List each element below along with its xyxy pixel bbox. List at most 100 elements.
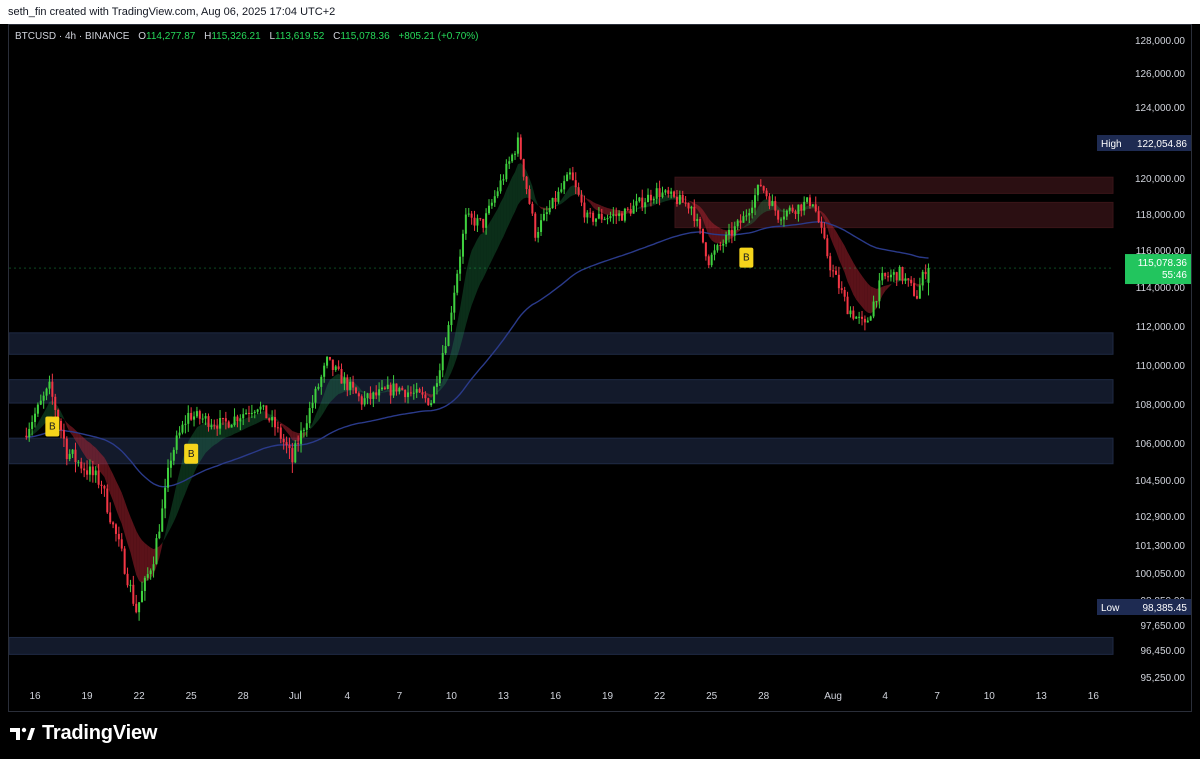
ma-ribbon bbox=[37, 418, 41, 431]
candle-body bbox=[823, 227, 826, 239]
candle-body bbox=[172, 449, 175, 461]
candle-body bbox=[334, 366, 337, 371]
ma-ribbon bbox=[833, 226, 836, 251]
candle-body bbox=[346, 377, 349, 390]
candle-body bbox=[109, 512, 112, 523]
candle-body bbox=[673, 191, 676, 197]
ma-ribbon bbox=[844, 245, 848, 282]
candle-body bbox=[242, 414, 245, 419]
candle-body bbox=[690, 206, 693, 209]
ma-ribbon bbox=[318, 401, 322, 421]
candle-body bbox=[913, 283, 916, 296]
candle-body bbox=[279, 427, 282, 439]
candle-body bbox=[684, 202, 687, 204]
ma-ribbon bbox=[850, 257, 854, 295]
chart-area[interactable]: BBB128,000.00126,000.00124,000.00122,000… bbox=[8, 24, 1192, 712]
candle-body bbox=[250, 412, 253, 414]
candle-body bbox=[407, 392, 410, 398]
candle-body bbox=[71, 449, 74, 454]
candle-body bbox=[198, 411, 201, 419]
candle-body bbox=[756, 184, 759, 196]
candle-body bbox=[514, 153, 517, 155]
candle-body bbox=[91, 466, 94, 476]
candle-body bbox=[149, 570, 152, 575]
candle-body bbox=[615, 214, 618, 217]
ma-ribbon bbox=[506, 183, 510, 230]
resistance-zone bbox=[674, 176, 1114, 194]
candle-body bbox=[751, 207, 754, 214]
candle-body bbox=[725, 234, 728, 244]
x-tick-label: 16 bbox=[1088, 691, 1100, 702]
candle-body bbox=[86, 470, 89, 475]
ma-ribbon bbox=[168, 509, 171, 533]
change-value: +805.21 (+0.70%) bbox=[398, 31, 479, 42]
candle-body bbox=[317, 386, 320, 389]
candle-body bbox=[623, 208, 626, 221]
ma-ribbon bbox=[885, 284, 889, 292]
candle-body bbox=[511, 154, 514, 162]
candle-body bbox=[525, 176, 528, 190]
candle-body bbox=[285, 442, 288, 446]
y-tick-label: 126,000.00 bbox=[1135, 69, 1185, 80]
candle-body bbox=[473, 217, 476, 226]
last-price-value: 115,078.36 bbox=[1138, 258, 1188, 269]
ma-ribbon bbox=[110, 468, 114, 501]
x-tick-label: 25 bbox=[706, 691, 718, 702]
y-tick-label: 100,050.00 bbox=[1135, 569, 1185, 580]
ma-ribbon bbox=[711, 222, 715, 243]
candle-body bbox=[219, 418, 222, 429]
candle-body bbox=[490, 202, 493, 206]
candle-body bbox=[412, 392, 415, 394]
candle-body bbox=[42, 395, 45, 401]
ma-ribbon bbox=[165, 521, 169, 539]
candle-body bbox=[60, 420, 63, 431]
ma-ribbon bbox=[488, 218, 492, 267]
candle-body bbox=[774, 201, 777, 211]
candle-body bbox=[227, 421, 230, 428]
candle-body bbox=[577, 187, 580, 195]
price-chart[interactable]: BBB128,000.00126,000.00124,000.00122,000… bbox=[9, 25, 1192, 712]
candle-body bbox=[273, 417, 277, 428]
candle-body bbox=[482, 218, 485, 228]
candle-body bbox=[210, 425, 213, 427]
candle-body bbox=[193, 416, 196, 420]
candle-body bbox=[167, 467, 170, 488]
candle-body bbox=[485, 213, 488, 228]
candle-body bbox=[626, 208, 629, 210]
candle-body bbox=[733, 226, 736, 236]
ma-ribbon bbox=[115, 480, 119, 518]
candle-body bbox=[571, 172, 574, 181]
ma-ribbon bbox=[708, 218, 712, 241]
ma-ribbon bbox=[124, 500, 128, 544]
x-tick-label: 13 bbox=[498, 691, 510, 702]
y-tick-label: 102,900.00 bbox=[1135, 512, 1185, 523]
candle-body bbox=[563, 181, 566, 190]
candle-body bbox=[785, 210, 788, 217]
ma-ribbon bbox=[448, 350, 452, 379]
candle-body bbox=[152, 564, 155, 571]
tradingview-logo[interactable]: TradingView bbox=[10, 722, 157, 745]
candle-body bbox=[528, 189, 531, 204]
candle-body bbox=[31, 421, 34, 429]
y-tick-label: 118,000.00 bbox=[1136, 210, 1186, 221]
x-tick-label: 13 bbox=[1036, 691, 1048, 702]
candle-body bbox=[282, 438, 285, 443]
ma-ribbon bbox=[517, 163, 521, 205]
candle-body bbox=[401, 387, 404, 390]
x-tick-label: 7 bbox=[397, 691, 403, 702]
candle-body bbox=[542, 213, 545, 221]
candle-body bbox=[54, 396, 57, 410]
candle-body bbox=[117, 533, 120, 540]
ma-ribbon bbox=[159, 542, 163, 558]
ma-ribbon bbox=[87, 440, 90, 461]
candle-body bbox=[106, 488, 109, 513]
candle-body bbox=[97, 470, 100, 485]
candle-body bbox=[123, 548, 126, 574]
ma-ribbon bbox=[133, 523, 137, 575]
candle-body bbox=[158, 531, 161, 539]
ma-ribbon bbox=[61, 411, 64, 420]
tradingview-icon bbox=[10, 727, 35, 740]
x-tick-label: 28 bbox=[238, 691, 250, 702]
candle-body bbox=[887, 276, 890, 278]
candle-body bbox=[140, 590, 144, 603]
